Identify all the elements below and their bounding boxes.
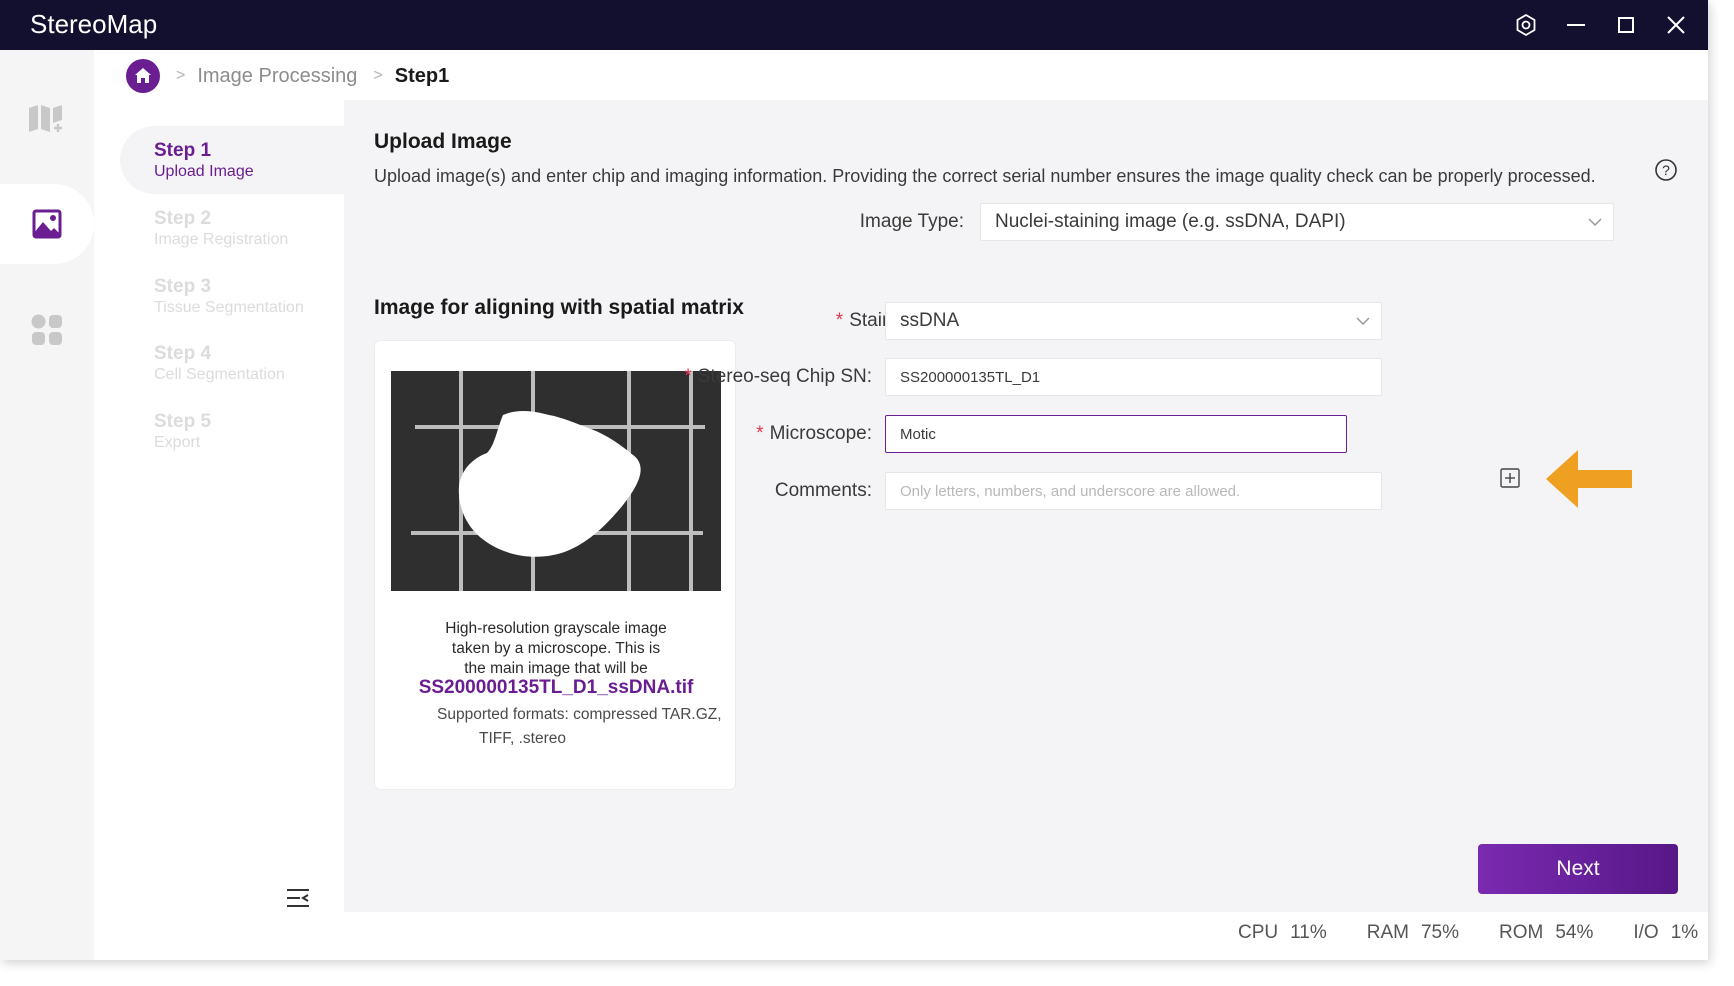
step-number: Step 1: [154, 140, 212, 161]
image-icon: [32, 209, 62, 239]
upload-description: High-resolution grayscale image taken by…: [445, 620, 667, 677]
step-label: Export: [154, 434, 201, 451]
breadcrumb: > Image Processing > Step1: [126, 58, 449, 94]
status-value: 1%: [1670, 922, 1699, 943]
settings-button[interactable]: [1511, 10, 1541, 40]
map-icon: [29, 105, 62, 132]
step-label: Tissue Segmentation: [154, 299, 304, 316]
section-title: Image for aligning with spatial matrix: [374, 296, 744, 319]
minimize-icon: [1567, 24, 1585, 26]
microscope-value: Motic: [900, 425, 936, 443]
required-asterisk: *: [835, 310, 844, 331]
supported-formats-line1: Supported formats: compressed TAR.GZ,: [437, 706, 722, 723]
help-button[interactable]: ?: [1654, 158, 1678, 182]
staining-type-value: ssDNA: [900, 310, 960, 331]
home-icon: [135, 68, 151, 83]
chevron-down-icon: [1345, 316, 1381, 326]
status-label: CPU: [1238, 922, 1279, 943]
annotation-arrow: [1544, 448, 1644, 510]
status-rom: ROM 54%: [1499, 922, 1593, 948]
status-bar: CPU 11% RAM 75% ROM 54% I/O 1%: [1238, 922, 1698, 948]
status-ram: RAM 75%: [1367, 922, 1459, 948]
status-value: 54%: [1555, 922, 1594, 943]
image-type-select[interactable]: Nuclei-staining image (e.g. ssDNA, DAPI): [980, 203, 1614, 241]
minimize-button[interactable]: [1561, 10, 1591, 40]
page-title: Upload Image: [374, 130, 512, 153]
close-icon: [1667, 16, 1685, 34]
chevron-down-icon: [1577, 217, 1613, 227]
step-4[interactable]: Step 4 Cell Segmentation: [120, 329, 344, 397]
comments-label: Comments:: [774, 480, 872, 501]
staining-type-select[interactable]: ssDNA: [885, 302, 1382, 340]
step-number: Step 4: [154, 343, 212, 364]
step-3[interactable]: Step 3 Tissue Segmentation: [120, 262, 344, 330]
status-label: RAM: [1366, 922, 1409, 943]
svg-text:?: ?: [1662, 162, 1670, 178]
status-label: I/O: [1633, 922, 1659, 943]
breadcrumb-item-image-processing[interactable]: Image Processing: [197, 65, 357, 88]
status-label: ROM: [1499, 922, 1544, 943]
step-number: Step 2: [154, 208, 212, 229]
chip-sn-value: SS200000135TL_D1: [900, 368, 1041, 386]
help-icon: ?: [1655, 159, 1677, 181]
app-window: StereoMap > Image Processing > Step1 Ste…: [0, 0, 1708, 960]
status-cpu: CPU 11%: [1238, 922, 1327, 948]
required-asterisk: *: [684, 366, 692, 387]
required-asterisk: *: [756, 423, 764, 444]
supported-formats-line2: TIFF, .stereo: [479, 730, 566, 747]
maximize-icon: [1618, 17, 1634, 33]
chevron-right-icon: >: [373, 67, 383, 84]
step-label: Image Registration: [154, 231, 289, 248]
microscope-label: * Microscope:: [664, 423, 872, 445]
next-button[interactable]: Next: [1478, 844, 1678, 894]
main-content: Upload Image Upload image(s) and enter c…: [344, 100, 1708, 912]
status-io: I/O 1%: [1633, 922, 1698, 948]
microscope-input[interactable]: Motic: [885, 415, 1347, 453]
plus-square-icon: [1500, 468, 1520, 488]
rail-item-map[interactable]: [0, 78, 94, 158]
rail-item-image[interactable]: [0, 184, 94, 264]
page-description: Upload image(s) and enter chip and imagi…: [374, 166, 1596, 186]
steps-panel: Step 1 Upload Image Step 2 Image Registr…: [94, 100, 344, 960]
rail-item-apps[interactable]: [0, 290, 94, 370]
image-type-value: Nuclei-staining image (e.g. ssDNA, DAPI): [995, 211, 1346, 232]
microscope-label-text: Microscope:: [769, 423, 872, 444]
arrow-left-icon: [1546, 450, 1632, 508]
icon-rail: [0, 50, 94, 960]
supported-formats: Supported formats: compressed TAR.GZ, TI…: [437, 703, 737, 751]
settings-icon: [1516, 13, 1536, 37]
chip-sn-input[interactable]: SS200000135TL_D1: [885, 358, 1382, 396]
title-bar: StereoMap: [0, 0, 1708, 50]
app-title: StereoMap: [30, 9, 158, 39]
step-label: Upload Image: [154, 163, 254, 180]
step-number: Step 5: [154, 411, 212, 432]
upload-filename: SS200000135TL_D1_ssDNA.tif: [418, 677, 694, 698]
home-button[interactable]: [126, 59, 160, 93]
status-value: 11%: [1290, 922, 1327, 943]
step-1[interactable]: Step 1 Upload Image: [120, 126, 344, 194]
image-type-label: Image Type:: [859, 211, 964, 232]
add-microscope-button[interactable]: [1498, 466, 1522, 490]
comments-placeholder: Only letters, numbers, and underscore ar…: [900, 482, 1241, 500]
chip-sn-label-text: Stereo-seq Chip SN:: [697, 366, 872, 387]
chip-sn-label: * Stereo-seq Chip SN:: [664, 366, 872, 388]
app-root: StereoMap > Image Processing > Step1 Ste…: [0, 0, 1734, 986]
step-5[interactable]: Step 5 Export: [120, 397, 344, 465]
breadcrumb-item-current: Step1: [394, 64, 450, 87]
apps-icon: [31, 314, 62, 345]
chevron-right-icon: >: [176, 67, 186, 84]
collapse-menu-icon: [287, 889, 309, 907]
close-button[interactable]: [1661, 10, 1691, 40]
step-label: Cell Segmentation: [154, 366, 285, 383]
maximize-button[interactable]: [1611, 10, 1641, 40]
comments-input[interactable]: Only letters, numbers, and underscore ar…: [885, 472, 1382, 510]
step-2[interactable]: Step 2 Image Registration: [120, 194, 344, 262]
collapse-sidebar-button[interactable]: [284, 886, 312, 910]
status-value: 75%: [1420, 922, 1460, 943]
step-number: Step 3: [154, 276, 212, 297]
image-upload-card[interactable]: High-resolution grayscale image taken by…: [374, 340, 736, 790]
